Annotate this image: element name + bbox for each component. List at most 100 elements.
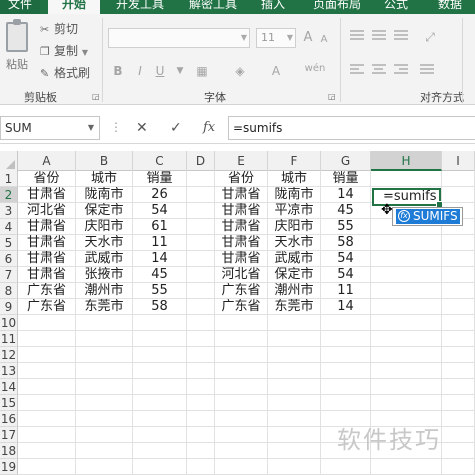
cell-d12[interactable] xyxy=(187,347,215,363)
cell-e17[interactable] xyxy=(215,427,268,443)
column-header-h[interactable]: H xyxy=(371,151,442,171)
cell-f4[interactable]: 庆阳市 xyxy=(268,219,321,235)
tab-page-layout[interactable]: 页面布局 xyxy=(306,0,368,14)
cell-a9[interactable]: 广东省 xyxy=(18,299,76,315)
cell-c2[interactable]: 26 xyxy=(133,187,187,203)
cell-c16[interactable] xyxy=(133,411,187,427)
format-painter-button[interactable]: ✎ 格式刷 xyxy=(40,64,90,81)
cell-b12[interactable] xyxy=(76,347,133,363)
cell-e14[interactable] xyxy=(215,379,268,395)
cell-i8[interactable] xyxy=(442,283,475,299)
cell-f15[interactable] xyxy=(268,395,321,411)
column-header-f[interactable]: F xyxy=(268,151,321,171)
bold-button[interactable]: B xyxy=(110,62,126,80)
tab-formulas[interactable]: 公式 xyxy=(378,0,414,14)
underline-button[interactable]: U xyxy=(152,62,168,80)
font-launcher-icon[interactable]: ◲ xyxy=(328,92,336,101)
cell-f18[interactable] xyxy=(268,443,321,459)
cell-d17[interactable] xyxy=(187,427,215,443)
cancel-icon[interactable]: ✕ xyxy=(136,120,148,136)
cell-c11[interactable] xyxy=(133,331,187,347)
cell-b4[interactable]: 庆阳市 xyxy=(76,219,133,235)
cell-f8[interactable]: 潮州市 xyxy=(268,283,321,299)
cell-b8[interactable]: 潮州市 xyxy=(76,283,133,299)
cell-i6[interactable] xyxy=(442,251,475,267)
cell-e16[interactable] xyxy=(215,411,268,427)
cell-c9[interactable]: 58 xyxy=(133,299,187,315)
cell-e6[interactable]: 甘肃省 xyxy=(215,251,268,267)
cell-a19[interactable] xyxy=(18,459,76,475)
cell-f3[interactable]: 平凉市 xyxy=(268,203,321,219)
cell-i9[interactable] xyxy=(442,299,475,315)
fill-color-icon[interactable]: ◈ xyxy=(232,62,248,80)
insert-function-button[interactable]: fx xyxy=(203,120,215,135)
cell-c15[interactable] xyxy=(133,395,187,411)
cell-h11[interactable] xyxy=(371,331,442,347)
cell-e4[interactable]: 甘肃省 xyxy=(215,219,268,235)
paste-icon[interactable] xyxy=(6,19,28,52)
cell-b10[interactable] xyxy=(76,315,133,331)
cell-a13[interactable] xyxy=(18,363,76,379)
cell-f6[interactable]: 武威市 xyxy=(268,251,321,267)
cell-a3[interactable]: 河北省 xyxy=(18,203,76,219)
cell-d18[interactable] xyxy=(187,443,215,459)
cell-c19[interactable] xyxy=(133,459,187,475)
cell-i14[interactable] xyxy=(442,379,475,395)
paste-button[interactable]: 粘贴 xyxy=(6,56,28,72)
row-header-2[interactable]: 2 xyxy=(0,187,18,203)
cell-g12[interactable] xyxy=(321,347,371,363)
cell-g15[interactable] xyxy=(321,395,371,411)
column-header-c[interactable]: C xyxy=(133,151,187,171)
align-middle-icon[interactable] xyxy=(372,30,386,42)
cell-h10[interactable] xyxy=(371,315,442,331)
row-header-10[interactable]: 10 xyxy=(0,315,18,331)
cell-i17[interactable] xyxy=(442,427,475,443)
cell-d19[interactable] xyxy=(187,459,215,475)
cell-d10[interactable] xyxy=(187,315,215,331)
cell-i5[interactable] xyxy=(442,235,475,251)
select-all-button[interactable] xyxy=(0,151,18,171)
autocomplete-dropdown[interactable]: fx SUMIFS xyxy=(392,207,463,226)
enter-icon[interactable]: ✓ xyxy=(170,120,182,136)
cell-f1[interactable]: 城市 xyxy=(268,171,321,187)
cell-f19[interactable] xyxy=(268,459,321,475)
font-color-icon[interactable]: A xyxy=(268,62,284,80)
cell-c18[interactable] xyxy=(133,443,187,459)
cell-a16[interactable] xyxy=(18,411,76,427)
grow-font-button[interactable]: A xyxy=(300,29,316,47)
cell-b1[interactable]: 城市 xyxy=(76,171,133,187)
cell-d3[interactable] xyxy=(187,203,215,219)
cell-h7[interactable] xyxy=(371,267,442,283)
column-header-b[interactable]: B xyxy=(76,151,133,171)
shrink-font-button[interactable]: A xyxy=(316,31,332,49)
row-header-12[interactable]: 12 xyxy=(0,347,18,363)
cell-b13[interactable] xyxy=(76,363,133,379)
cell-b6[interactable]: 武威市 xyxy=(76,251,133,267)
row-header-1[interactable]: 1 xyxy=(0,171,18,187)
cell-h1[interactable] xyxy=(371,171,442,187)
cell-d11[interactable] xyxy=(187,331,215,347)
row-header-4[interactable]: 4 xyxy=(0,219,18,235)
cell-g1[interactable]: 销量 xyxy=(321,171,371,187)
formula-input[interactable]: =sumifs xyxy=(228,116,475,140)
align-bottom-icon[interactable] xyxy=(394,30,408,42)
clipboard-launcher-icon[interactable]: ◲ xyxy=(92,92,100,101)
cell-e18[interactable] xyxy=(215,443,268,459)
row-header-17[interactable]: 17 xyxy=(0,427,18,443)
cell-a15[interactable] xyxy=(18,395,76,411)
tab-file[interactable]: 文件 xyxy=(0,0,40,14)
indent-icon[interactable] xyxy=(420,64,434,76)
cell-e19[interactable] xyxy=(215,459,268,475)
cell-a12[interactable] xyxy=(18,347,76,363)
cell-a5[interactable]: 甘肃省 xyxy=(18,235,76,251)
cell-h5[interactable] xyxy=(371,235,442,251)
cell-e2[interactable]: 甘肃省 xyxy=(215,187,268,203)
cell-a8[interactable]: 广东省 xyxy=(18,283,76,299)
row-header-8[interactable]: 8 xyxy=(0,283,18,299)
cell-a18[interactable] xyxy=(18,443,76,459)
tab-insert[interactable]: 插入 xyxy=(254,0,292,14)
cell-g2[interactable]: 14 xyxy=(321,187,371,203)
cell-c10[interactable] xyxy=(133,315,187,331)
cell-e8[interactable]: 广东省 xyxy=(215,283,268,299)
cell-a7[interactable]: 甘肃省 xyxy=(18,267,76,283)
